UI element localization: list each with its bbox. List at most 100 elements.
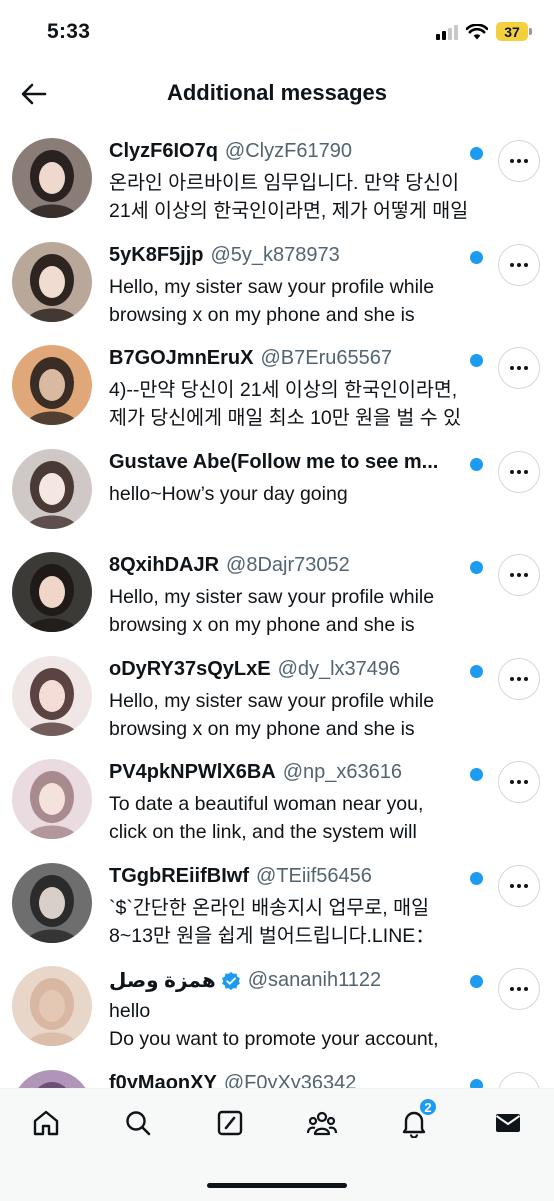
- more-options-button[interactable]: [498, 243, 540, 286]
- sender-name: 5yK8F5jjp: [109, 243, 204, 266]
- avatar[interactable]: [12, 138, 92, 218]
- more-dot-icon: [524, 883, 528, 888]
- more-options-button[interactable]: [498, 968, 540, 1010]
- message-preview: To date a beautiful woman near you, clic…: [109, 793, 424, 843]
- avatar[interactable]: [12, 552, 92, 632]
- more-options-button[interactable]: [498, 864, 540, 907]
- more-dot-icon: [510, 883, 514, 888]
- more-dot-icon: [517, 676, 521, 681]
- message-preview: hello~How’s your day going: [109, 482, 348, 505]
- more-dot-icon: [517, 159, 521, 163]
- more-dot-icon: [524, 262, 528, 267]
- more-dot-icon: [517, 366, 521, 370]
- unread-indicator: [470, 871, 483, 885]
- more-options-button[interactable]: [498, 761, 540, 803]
- more-dot-icon: [524, 676, 528, 681]
- avatar[interactable]: [12, 759, 92, 839]
- more-dot-icon: [517, 573, 521, 577]
- header: Additional messages: [0, 64, 554, 126]
- more-dot-icon: [524, 987, 528, 991]
- verified-badge-icon: [221, 971, 240, 990]
- message-request-row[interactable]: B7GOJmnEruX @B7Eru65567 4)--만약 당신이 21세 이상의…: [0, 337, 554, 441]
- communities-icon: [306, 1111, 338, 1136]
- more-dot-icon: [510, 987, 514, 991]
- nav-grok[interactable]: [210, 1103, 250, 1143]
- sender-handle: @dy_lx37496: [277, 657, 401, 680]
- home-icon: [33, 1110, 59, 1136]
- nav-messages[interactable]: [488, 1103, 528, 1143]
- unread-indicator: [470, 768, 483, 781]
- battery-indicator: 37: [496, 22, 532, 41]
- message-preview: Hello, my sister saw your profile while …: [109, 689, 435, 740]
- nav-notifications[interactable]: 2: [394, 1097, 438, 1143]
- more-options-button[interactable]: [498, 450, 540, 493]
- avatar[interactable]: [12, 1069, 92, 1088]
- avatar[interactable]: [12, 655, 92, 736]
- nav-communities[interactable]: [302, 1103, 342, 1143]
- more-dot-icon: [510, 159, 514, 163]
- more-dot-icon: [510, 573, 514, 577]
- more-options-button[interactable]: [498, 347, 540, 389]
- message-request-row[interactable]: همزة وصل @sananih1122 hello Do you want to…: [0, 958, 554, 1062]
- more-dot-icon: [517, 262, 521, 267]
- search-icon: [126, 1111, 151, 1136]
- more-options-button[interactable]: [498, 1071, 540, 1088]
- message-request-row[interactable]: ClyzF6IO7q @ClyzF61790 온라인 아르바이트 임무입니다. 만약…: [0, 130, 554, 234]
- sender-handle: @np_x63616: [282, 761, 403, 783]
- unread-indicator: [470, 975, 483, 988]
- sender-info: B7GOJmnEruX @B7Eru65567: [109, 347, 464, 370]
- mail-icon: [495, 1114, 521, 1132]
- sender-handle: @TEiif56456: [255, 864, 372, 887]
- more-dot-icon: [517, 883, 521, 888]
- nav-home[interactable]: [26, 1103, 66, 1143]
- sender-name: همزة وصل: [109, 970, 216, 992]
- message-preview: 온라인 아르바이트 임무입니다. 만약 당신이 21세 이상의 한국인이라면, …: [109, 172, 469, 222]
- more-options-button[interactable]: [498, 657, 540, 700]
- avatar[interactable]: [12, 862, 92, 943]
- sender-info: 5yK8F5jjp @5y_k878973: [109, 244, 464, 267]
- page-title: Additional messages: [166, 80, 388, 105]
- more-dot-icon: [510, 366, 514, 370]
- avatar[interactable]: [12, 448, 92, 529]
- message-request-row[interactable]: oDyRY37sQyLxE @dy_lx37496 Hello, my sister…: [0, 648, 554, 752]
- avatar[interactable]: [12, 241, 92, 322]
- message-request-row[interactable]: TGgbREiifBIwf @TEiif56456 `$`간단한 온라인 배송지시 …: [0, 855, 554, 959]
- message-request-row[interactable]: 5yK8F5jjp @5y_k878973 Hello, my sister saw…: [0, 234, 554, 338]
- sender-info: oDyRY37sQyLxE @dy_lx37496: [109, 658, 464, 681]
- message-request-row[interactable]: 8QxihDAJR @8Dajr73052 Hello, my sister saw…: [0, 544, 554, 648]
- sender-handle: @ClyzF61790: [224, 140, 352, 162]
- signal-icon: [436, 24, 458, 40]
- message-request-row[interactable]: PV4pkNPWlX6BA @np_x63616 To date a beautif…: [0, 751, 554, 855]
- message-preview: Hello, my sister saw your profile while …: [109, 275, 435, 326]
- more-dot-icon: [510, 262, 514, 267]
- unread-indicator: [470, 354, 483, 367]
- message-preview: 4)--만약 당신이 21세 이상의 한국인이라면, 제가 당신에게 매일 최소…: [109, 379, 462, 429]
- sender-info: همزة وصل @sananih1122: [109, 968, 464, 993]
- nav-search[interactable]: [118, 1103, 158, 1143]
- sender-name: Gustave Abe(Follow me to see m...: [109, 450, 439, 473]
- more-dot-icon: [524, 469, 528, 474]
- grok-icon: [217, 1110, 243, 1136]
- avatar[interactable]: [12, 345, 92, 425]
- more-dot-icon: [510, 780, 514, 784]
- sender-name: PV4pkNPWlX6BA: [109, 761, 276, 783]
- more-options-button[interactable]: [498, 140, 540, 182]
- sender-handle: @sananih1122: [247, 969, 382, 991]
- status-bar: 5:33 37: [0, 0, 554, 64]
- home-indicator: [207, 1183, 347, 1188]
- sender-info: ClyzF6IO7q @ClyzF61790: [109, 140, 464, 163]
- sender-handle: @F0yXy36342: [223, 1071, 357, 1089]
- message-request-row[interactable]: Gustave Abe(Follow me to see m... hello~H…: [0, 441, 554, 545]
- avatar[interactable]: [12, 966, 92, 1046]
- more-dot-icon: [524, 366, 528, 370]
- sender-info: TGgbREiifBIwf @TEiif56456: [109, 865, 464, 888]
- sender-info: Gustave Abe(Follow me to see m...: [109, 451, 464, 474]
- more-options-button[interactable]: [498, 554, 540, 596]
- sender-name: B7GOJmnEruX: [109, 347, 254, 369]
- sender-handle: @5y_k878973: [210, 243, 340, 266]
- sender-handle: @8Dajr73052: [226, 554, 350, 576]
- more-dot-icon: [510, 676, 514, 681]
- message-request-row[interactable]: f0yMaonXY @F0yXy36342: [0, 1062, 554, 1089]
- sender-name: 8QxihDAJR: [109, 554, 220, 576]
- sender-info: f0yMaonXY @F0yXy36342: [109, 1072, 464, 1089]
